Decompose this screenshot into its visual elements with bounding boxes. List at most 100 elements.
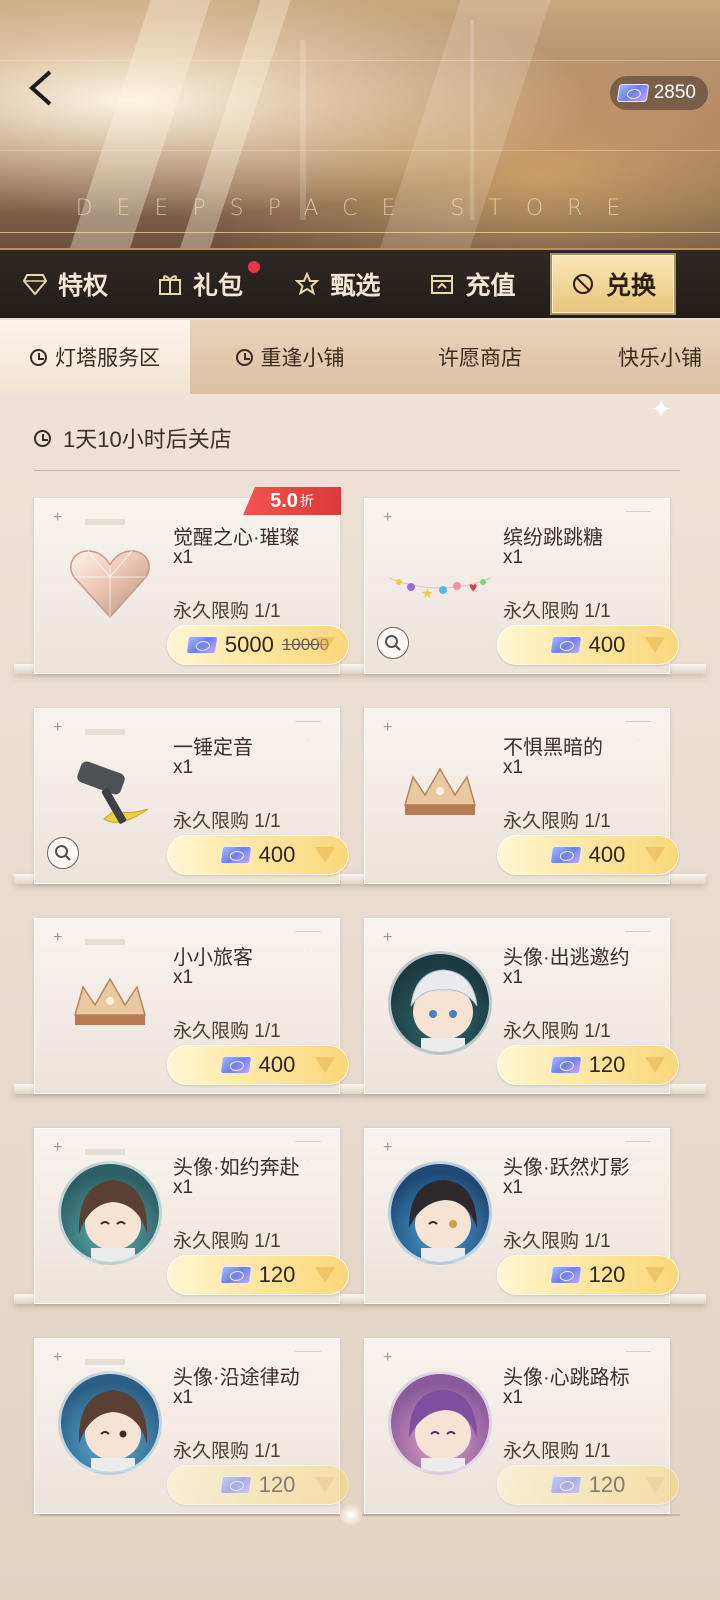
chevron-left-icon (28, 70, 52, 106)
clock-icon (235, 348, 253, 366)
tab-topup[interactable]: 充值 (405, 249, 540, 319)
topup-icon (429, 271, 455, 297)
price: 5000 (224, 632, 274, 657)
subtab-label: 灯塔服务区 (55, 347, 160, 370)
item-qty: x1 (503, 757, 524, 778)
product-card[interactable]: + 头像·跃然灯影 x1 永久限购 1/1 120 (364, 1128, 679, 1304)
buy-button[interactable]: 400 (167, 1045, 349, 1085)
back-button[interactable] (26, 68, 66, 112)
product-card[interactable]: + 头像·如约奔赴 x1 永久限购 1/1 120 (34, 1128, 349, 1304)
item-name: 觉醒之心·璀璨 (173, 527, 300, 549)
crown-icon (385, 743, 495, 843)
product-card[interactable]: 5.0 折 + 觉醒之心·璀璨 x1 永久限购 1/1 5000 10000 (34, 487, 349, 674)
item-qty: x1 (503, 1387, 524, 1408)
item-qty: x1 (173, 757, 194, 778)
purchase-limit: 永久限购 1/1 (173, 1441, 281, 1462)
avatar-brown-hair-icon (58, 1161, 162, 1265)
gift-icon (157, 271, 183, 297)
product-card[interactable]: + 头像·心跳路标 x1 永久限购 1/1 120 (364, 1338, 679, 1514)
magnifier-icon[interactable] (377, 627, 409, 659)
diamond-icon (22, 271, 48, 297)
item-name: 头像·心跳路标 (503, 1367, 630, 1389)
ticket-icon (219, 1476, 252, 1494)
ticket-icon (185, 636, 219, 654)
item-qty: x1 (173, 547, 194, 568)
item-name: 头像·如约奔赴 (173, 1157, 300, 1179)
buy-button[interactable]: 120 (497, 1045, 679, 1085)
original-price: 10000 (281, 635, 330, 654)
magnifier-icon[interactable] (47, 837, 79, 869)
price: 120 (588, 1472, 626, 1497)
item-name: 小小旅客 (173, 947, 253, 969)
item-name: 头像·跃然灯影 (503, 1157, 630, 1179)
price: 400 (258, 1052, 296, 1077)
purchase-limit: 永久限购 1/1 (503, 1231, 611, 1252)
price: 120 (258, 1472, 296, 1497)
main-tab-bar: 特权 礼包 甄选 充值 兑换 (0, 248, 720, 318)
buy-button[interactable]: 400 (167, 835, 349, 875)
subtab-reunion-shop[interactable]: 重逢小铺 (190, 320, 390, 394)
purchase-limit: 永久限购 1/1 (503, 811, 611, 832)
tab-label: 礼包 (192, 272, 243, 300)
buy-button[interactable]: 120 (497, 1465, 679, 1505)
subtab-lighthouse-service[interactable]: 灯塔服务区 (0, 320, 190, 394)
price: 400 (588, 632, 626, 657)
product-card[interactable]: + 头像·沿途律动 x1 永久限购 1/1 120 (34, 1338, 349, 1514)
purchase-limit: 永久限购 1/1 (503, 601, 611, 622)
purchase-limit: 永久限购 1/1 (173, 1021, 281, 1042)
price: 120 (258, 1262, 296, 1287)
banner-title: DEEPSPACE STORE (75, 196, 645, 221)
avatar-dark-hair-icon (388, 1161, 492, 1265)
buy-button[interactable]: 120 (497, 1255, 679, 1295)
ticket-icon (219, 1056, 252, 1074)
item-name: 头像·沿途律动 (173, 1367, 300, 1389)
avatar-white-hair-icon (388, 951, 492, 1055)
ticket-icon (549, 846, 582, 864)
buy-button[interactable]: 5000 10000 (167, 625, 349, 665)
star-icon (294, 271, 320, 297)
tab-gift-pack[interactable]: 礼包 (130, 249, 270, 319)
svg-text:♥: ♥ (469, 579, 477, 595)
subtab-label: 许愿商店 (438, 347, 522, 370)
tab-selection[interactable]: 甄选 (270, 249, 405, 319)
item-qty: x1 (503, 967, 524, 988)
divider (34, 470, 680, 471)
ticket-icon (219, 1266, 252, 1284)
tab-label: 充值 (465, 272, 516, 300)
tab-label: 特权 (57, 272, 108, 300)
product-card[interactable]: + 不惧黑暗的 x1 永久限购 1/1 400 (364, 708, 679, 884)
product-card[interactable]: + ★ ♥ 缤纷跳跳糖 x1 永久限购 1/1 400 (364, 498, 679, 674)
notification-dot (248, 261, 260, 273)
tab-exchange[interactable]: 兑换 (552, 255, 674, 313)
buy-button[interactable]: 120 (167, 1255, 349, 1295)
scroll-thumb[interactable] (340, 1504, 362, 1526)
currency-amount: 2850 (653, 82, 696, 103)
ticket-icon (616, 84, 649, 102)
currency-display[interactable]: 2850 (609, 76, 708, 110)
purchase-limit: 永久限购 1/1 (503, 1441, 611, 1462)
ticket-icon (549, 636, 582, 654)
tab-label: 甄选 (330, 272, 381, 300)
buy-button[interactable]: 120 (167, 1465, 349, 1505)
buy-button[interactable]: 400 (497, 625, 679, 665)
sparkle-icon: ✦ (650, 394, 672, 424)
product-card[interactable]: + 小小旅客 x1 永久限购 1/1 400 (34, 918, 349, 1094)
discount-badge: 5.0 折 (243, 487, 341, 515)
product-card[interactable]: + 一锤定音 x1 永久限购 1/1 400 (34, 708, 349, 884)
purchase-limit: 永久限购 1/1 (173, 1231, 281, 1252)
shop-close-timer: 1天10小时后关店 (34, 422, 232, 454)
buy-button[interactable]: 400 (497, 835, 679, 875)
clock-icon (34, 429, 51, 447)
item-qty: x1 (173, 967, 194, 988)
purchase-limit: 永久限购 1/1 (503, 1021, 611, 1042)
sub-tab-bar: 灯塔服务区 重逢小铺 许愿商店 快乐小铺 (0, 320, 720, 394)
subtab-wish-store[interactable]: 许愿商店 (390, 320, 570, 394)
tab-privilege[interactable]: 特权 (0, 249, 130, 319)
product-card[interactable]: + 头像·出逃邀约 x1 永久限购 1/1 120 (364, 918, 679, 1094)
ticket-icon (549, 1266, 582, 1284)
item-qty: x1 (173, 1387, 194, 1408)
ticket-icon (219, 846, 252, 864)
subtab-happy-shop[interactable]: 快乐小铺 (570, 320, 720, 394)
exchange-icon (570, 271, 596, 297)
tab-label: 兑换 (605, 272, 656, 300)
